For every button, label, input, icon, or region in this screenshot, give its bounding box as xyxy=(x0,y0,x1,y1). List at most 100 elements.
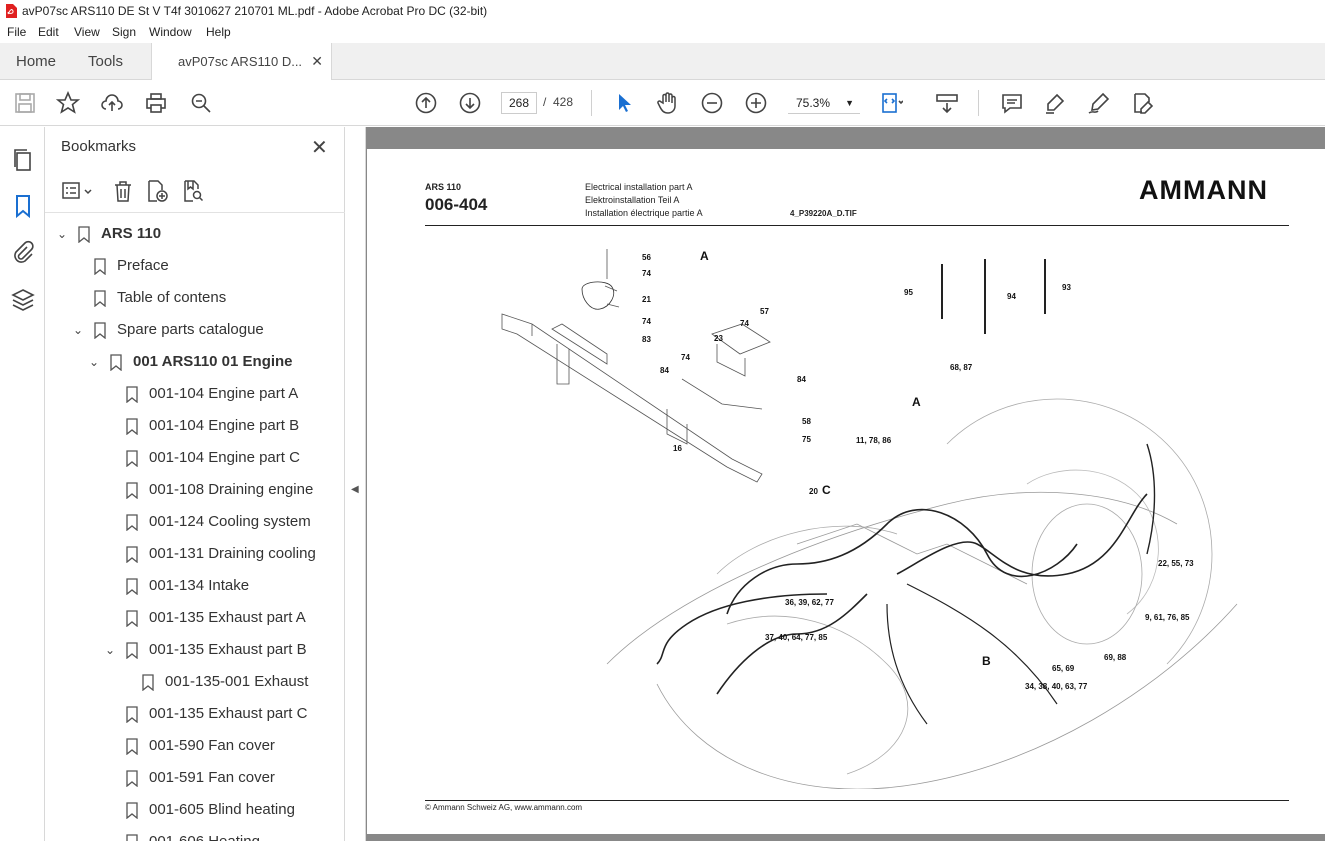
toolbar-divider xyxy=(978,90,979,116)
callout-label: 16 xyxy=(673,444,682,453)
bookmark-item[interactable]: 001-104 Engine part B xyxy=(45,410,327,442)
bookmarks-icon[interactable] xyxy=(10,193,36,219)
bookmark-item[interactable]: 001-104 Engine part A xyxy=(45,378,327,410)
callout-label: 84 xyxy=(660,366,669,375)
fit-page-icon[interactable] xyxy=(879,91,904,115)
hand-tool-icon[interactable] xyxy=(656,91,680,115)
bookmark-label: 001-104 Engine part B xyxy=(149,417,300,434)
chevron-down-icon[interactable]: ⌄ xyxy=(87,346,101,378)
chevron-down-icon[interactable]: ⌄ xyxy=(55,218,69,250)
panel-collapse-strip: ◀ xyxy=(345,127,366,841)
page-count: 428 xyxy=(553,95,574,109)
bookmark-item[interactable]: 001-590 Fan cover xyxy=(45,730,327,762)
page-section-number: 006-404 xyxy=(425,195,488,214)
bookmark-label: 001-135 Exhaust part C xyxy=(149,705,308,722)
upload-cloud-icon[interactable] xyxy=(100,91,124,115)
bookmark-flag-icon xyxy=(94,290,106,307)
next-page-icon[interactable] xyxy=(458,91,482,115)
star-icon[interactable] xyxy=(55,90,81,115)
page-title-fr: Installation électrique partie A xyxy=(585,208,703,218)
bookmark-item[interactable]: 001-591 Fan cover xyxy=(45,762,327,794)
delete-bookmark-icon[interactable] xyxy=(111,179,135,203)
bookmark-item[interactable]: ⌄ 001-135 Exhaust part B xyxy=(45,634,327,666)
edit-pdf-icon[interactable] xyxy=(1131,91,1155,115)
tab-home[interactable]: Home xyxy=(16,43,56,80)
tab-document[interactable]: avP07sc ARS110 D... ✕ xyxy=(151,43,332,81)
tab-tools[interactable]: Tools xyxy=(88,43,123,80)
callout-label: 69, 88 xyxy=(1104,653,1127,662)
bookmark-item[interactable]: 001-124 Cooling system xyxy=(45,506,327,538)
callout-label: 83 xyxy=(642,335,651,344)
comment-icon[interactable] xyxy=(1000,91,1024,115)
callout-label: 68, 87 xyxy=(950,363,973,372)
collapse-panel-icon[interactable]: ◀ xyxy=(351,484,359,495)
zoom-in-icon[interactable] xyxy=(744,91,768,115)
callout-label: 84 xyxy=(797,375,806,384)
bookmark-item[interactable]: ⌄ ARS 110 xyxy=(45,218,327,250)
draw-sign-icon[interactable] xyxy=(1087,91,1111,115)
new-bookmark-icon[interactable] xyxy=(145,179,169,203)
bookmark-options-icon[interactable] xyxy=(61,179,95,203)
parts-drawing xyxy=(501,249,1238,789)
bookmark-item[interactable]: 001-135 Exhaust part A xyxy=(45,602,327,634)
bookmark-flag-icon xyxy=(126,418,138,435)
bookmark-item[interactable]: Table of contens xyxy=(45,282,327,314)
menu-file[interactable]: File xyxy=(7,25,26,39)
callout-label: C xyxy=(822,483,831,497)
bookmark-flag-icon xyxy=(126,706,138,723)
page-thumbnails-icon[interactable] xyxy=(10,147,36,173)
bookmark-item[interactable]: 001-135 Exhaust part C xyxy=(45,698,327,730)
bookmark-item[interactable]: ⌄ 001 ARS110 01 Engine xyxy=(45,346,327,378)
highlight-pen-icon[interactable] xyxy=(1043,91,1067,115)
zoom-level-select[interactable]: 75.3% ▼ xyxy=(788,92,860,114)
close-panel-icon[interactable]: ✕ xyxy=(311,135,328,160)
bookmark-flag-icon xyxy=(126,386,138,403)
prev-page-icon[interactable] xyxy=(414,91,438,115)
bookmark-item[interactable]: 001-108 Draining engine xyxy=(45,474,327,506)
callout-label: A xyxy=(700,249,709,263)
bookmark-flag-icon xyxy=(126,482,138,499)
callout-label: 74 xyxy=(740,319,749,328)
layers-icon[interactable] xyxy=(10,287,36,313)
callout-label: 74 xyxy=(642,269,651,278)
select-cursor-icon[interactable] xyxy=(612,91,636,115)
menu-bar: File Edit View Sign Window Help xyxy=(0,22,1325,43)
bookmark-label: 001-590 Fan cover xyxy=(149,737,275,754)
document-view[interactable]: ARS 110 006-404 Electrical installation … xyxy=(366,127,1325,841)
zoom-search-icon[interactable] xyxy=(189,91,213,115)
save-icon[interactable] xyxy=(13,91,37,115)
bookmark-item[interactable]: ⌄ Spare parts catalogue xyxy=(45,314,327,346)
callout-label: 34, 38, 40, 63, 77 xyxy=(1025,682,1088,691)
menu-sign[interactable]: Sign xyxy=(112,25,136,39)
menu-window[interactable]: Window xyxy=(149,25,192,39)
attachments-icon[interactable] xyxy=(10,239,36,265)
page-separator: / xyxy=(543,95,547,109)
print-icon[interactable] xyxy=(144,91,168,115)
scroll-mode-icon[interactable] xyxy=(935,91,959,115)
find-bookmark-icon[interactable] xyxy=(181,179,205,203)
chevron-down-icon[interactable]: ⌄ xyxy=(103,634,117,666)
chevron-down-icon[interactable]: ⌄ xyxy=(71,314,85,346)
callout-label: 74 xyxy=(681,353,690,362)
bookmark-item[interactable]: 001-134 Intake xyxy=(45,570,327,602)
bookmark-label: Preface xyxy=(117,257,169,274)
bookmark-flag-icon xyxy=(78,226,90,243)
bookmark-item[interactable]: 001-605 Blind heating xyxy=(45,794,327,826)
toolbar-divider xyxy=(591,90,592,116)
menu-help[interactable]: Help xyxy=(206,25,231,39)
bookmark-flag-icon xyxy=(110,354,122,371)
bookmark-item[interactable]: Preface xyxy=(45,250,327,282)
menu-view[interactable]: View xyxy=(74,25,100,39)
bookmark-item[interactable]: 001-606 Heating xyxy=(45,826,327,841)
bookmark-item[interactable]: 001-135-001 Exhaust xyxy=(45,666,327,698)
bookmark-flag-icon xyxy=(142,674,154,691)
menu-edit[interactable]: Edit xyxy=(38,25,59,39)
bookmark-item[interactable]: 001-131 Draining cooling xyxy=(45,538,327,570)
bookmark-label: 001-108 Draining engine xyxy=(149,481,314,498)
bookmark-label: 001-606 Heating xyxy=(149,826,260,841)
bookmark-label: 001-135 Exhaust part A xyxy=(149,609,306,626)
bookmark-item[interactable]: 001-104 Engine part C xyxy=(45,442,327,474)
zoom-out-icon[interactable] xyxy=(700,91,724,115)
page-number-input[interactable]: 268 xyxy=(501,92,537,114)
close-tab-icon[interactable]: ✕ xyxy=(311,43,323,80)
